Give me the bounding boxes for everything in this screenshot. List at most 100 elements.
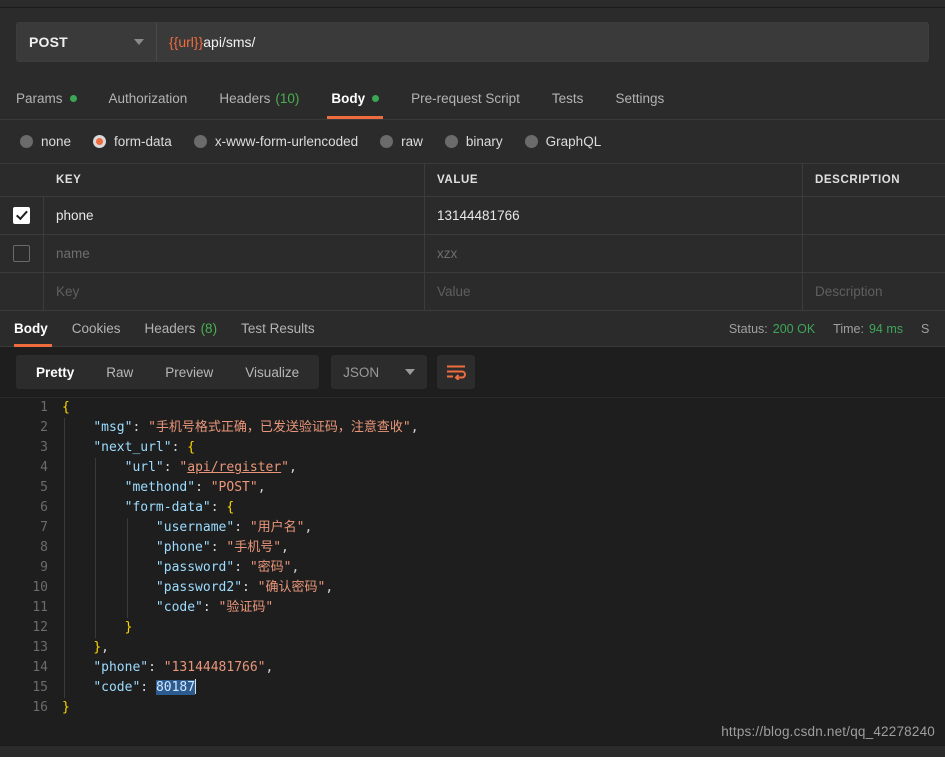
response-format-label: JSON	[343, 364, 380, 380]
response-tab-headers[interactable]: Headers (8)	[133, 311, 230, 347]
line-number-gutter: 1 2 3 4 5 6 7 8 9 10 11 12 13 14 15 16	[0, 398, 62, 718]
row-key-text: name	[56, 246, 90, 261]
column-header-key: KEY	[44, 164, 425, 196]
body-type-raw[interactable]: raw	[380, 134, 423, 149]
radio-icon	[524, 135, 538, 148]
line-number: 10	[32, 580, 48, 595]
http-method-select[interactable]: POST	[17, 23, 157, 61]
response-body-code-viewer[interactable]: 1 2 3 4 5 6 7 8 9 10 11 12 13 14 15 16 { "msg": "手机号格式正…	[0, 397, 945, 757]
row-key-cell[interactable]: name	[44, 235, 425, 272]
tab-body[interactable]: Body	[315, 77, 395, 119]
code-line: {	[62, 400, 70, 415]
new-key-input[interactable]: Key	[44, 273, 425, 310]
chevron-down-icon	[405, 369, 416, 375]
row-value-cell[interactable]: xzx	[425, 235, 803, 272]
view-mode-visualize-label: Visualize	[245, 364, 300, 380]
tab-params[interactable]: Params	[16, 77, 93, 119]
code-inner: 1 2 3 4 5 6 7 8 9 10 11 12 13 14 15 16 { "msg": "手机号格式正…	[0, 398, 945, 718]
response-tab-cookies[interactable]: Cookies	[60, 311, 133, 347]
view-mode-preview[interactable]: Preview	[149, 355, 229, 389]
code-content[interactable]: { "msg": "手机号格式正确，已发送验证码，注意查收", "next_ur…	[62, 398, 945, 718]
word-wrap-button[interactable]	[437, 355, 476, 389]
response-format-select[interactable]: JSON	[331, 355, 428, 389]
body-type-binary[interactable]: binary	[444, 134, 503, 149]
code-line: "username": "用户名",	[155, 520, 313, 535]
view-mode-raw-label: Raw	[106, 364, 134, 380]
tab-pre-request-script[interactable]: Pre-request Script	[395, 77, 536, 119]
tab-headers[interactable]: Headers (10)	[203, 77, 315, 119]
has-content-dot-icon	[372, 94, 380, 102]
row-key-text: phone	[56, 208, 94, 223]
table-row[interactable]: name xzx	[0, 235, 945, 273]
bottom-scroll-strip	[0, 745, 945, 757]
response-view-mode-group: Pretty Raw Preview Visualize	[16, 355, 320, 389]
row-checkbox-cell[interactable]	[0, 197, 44, 234]
radio-icon	[380, 135, 394, 148]
body-type-none[interactable]: none	[20, 134, 71, 149]
code-line: "code": 80187	[93, 679, 197, 695]
tab-authorization[interactable]: Authorization	[93, 77, 204, 119]
line-number: 1	[40, 400, 48, 415]
line-number: 12	[32, 620, 48, 635]
row-value-text: 13144481766	[437, 208, 520, 223]
request-url-bar: POST {{url}} api/sms/	[16, 22, 929, 62]
size-label-clipped: S	[921, 321, 930, 336]
tab-headers-label: Headers	[219, 90, 271, 106]
table-row-empty[interactable]: Key Value Description	[0, 273, 945, 311]
body-type-none-label: none	[41, 134, 72, 149]
code-line: "next_url": {	[93, 440, 196, 455]
tab-pre-request-script-label: Pre-request Script	[411, 90, 520, 106]
checkbox-unchecked-icon[interactable]	[13, 245, 30, 262]
body-type-form-data[interactable]: form-data	[93, 134, 172, 149]
row-value-cell[interactable]: 13144481766	[425, 197, 803, 234]
new-description-input[interactable]: Description	[803, 273, 945, 310]
body-type-urlencoded[interactable]: x-www-form-urlencoded	[193, 134, 359, 149]
line-number: 7	[40, 520, 48, 535]
body-type-graphql-label: GraphQL	[545, 134, 602, 149]
row-key-cell[interactable]: phone	[44, 197, 425, 234]
top-scroll-strip	[0, 0, 945, 8]
line-number: 16	[32, 700, 48, 715]
line-number: 2	[40, 420, 48, 435]
new-value-input[interactable]: Value	[425, 273, 803, 310]
code-line: "phone": "13144481766",	[93, 660, 274, 675]
view-mode-pretty[interactable]: Pretty	[20, 355, 90, 389]
line-number: 15	[32, 680, 48, 695]
row-checkbox-cell[interactable]	[0, 235, 44, 272]
line-number: 11	[32, 600, 48, 615]
body-type-binary-label: binary	[465, 134, 503, 149]
radio-icon	[20, 135, 33, 148]
new-key-placeholder: Key	[56, 284, 80, 299]
table-header-checkbox-cell	[0, 164, 44, 196]
response-tab-headers-count: (8)	[200, 321, 218, 336]
http-method-label: POST	[29, 34, 68, 50]
checkbox-checked-icon[interactable]	[13, 207, 30, 224]
view-mode-pretty-label: Pretty	[36, 364, 75, 380]
response-tab-headers-label: Headers	[144, 321, 196, 336]
view-mode-raw[interactable]: Raw	[90, 355, 149, 389]
body-type-graphql[interactable]: GraphQL	[524, 134, 602, 149]
view-mode-visualize[interactable]: Visualize	[229, 355, 315, 389]
code-line: "form-data": {	[124, 500, 235, 515]
tab-settings[interactable]: Settings	[599, 77, 680, 119]
row-checkbox-cell	[0, 273, 44, 310]
code-line: "password2": "确认密码",	[155, 580, 334, 595]
indent-guide	[64, 418, 65, 698]
column-header-description: DESCRIPTION	[815, 174, 901, 186]
has-content-dot-icon	[69, 94, 77, 102]
response-view-toolbar: Pretty Raw Preview Visualize JSON	[0, 347, 945, 397]
request-url-input[interactable]: {{url}} api/sms/	[157, 23, 928, 61]
line-number: 14	[32, 660, 48, 675]
table-row[interactable]: phone 13144481766	[0, 197, 945, 235]
response-tab-body[interactable]: Body	[14, 311, 60, 347]
row-description-cell[interactable]	[803, 235, 945, 272]
radio-selected-icon	[93, 135, 107, 148]
tab-tests[interactable]: Tests	[536, 77, 600, 119]
response-pane: Body Cookies Headers (8) Test Results St…	[0, 311, 945, 757]
line-number: 5	[40, 480, 48, 495]
row-description-cell[interactable]	[803, 197, 945, 234]
url-variable-token: {{url}}	[169, 34, 204, 50]
response-tab-test-results[interactable]: Test Results	[229, 311, 327, 347]
response-tab-body-label: Body	[14, 321, 48, 336]
body-type-urlencoded-label: x-www-form-urlencoded	[214, 134, 359, 149]
